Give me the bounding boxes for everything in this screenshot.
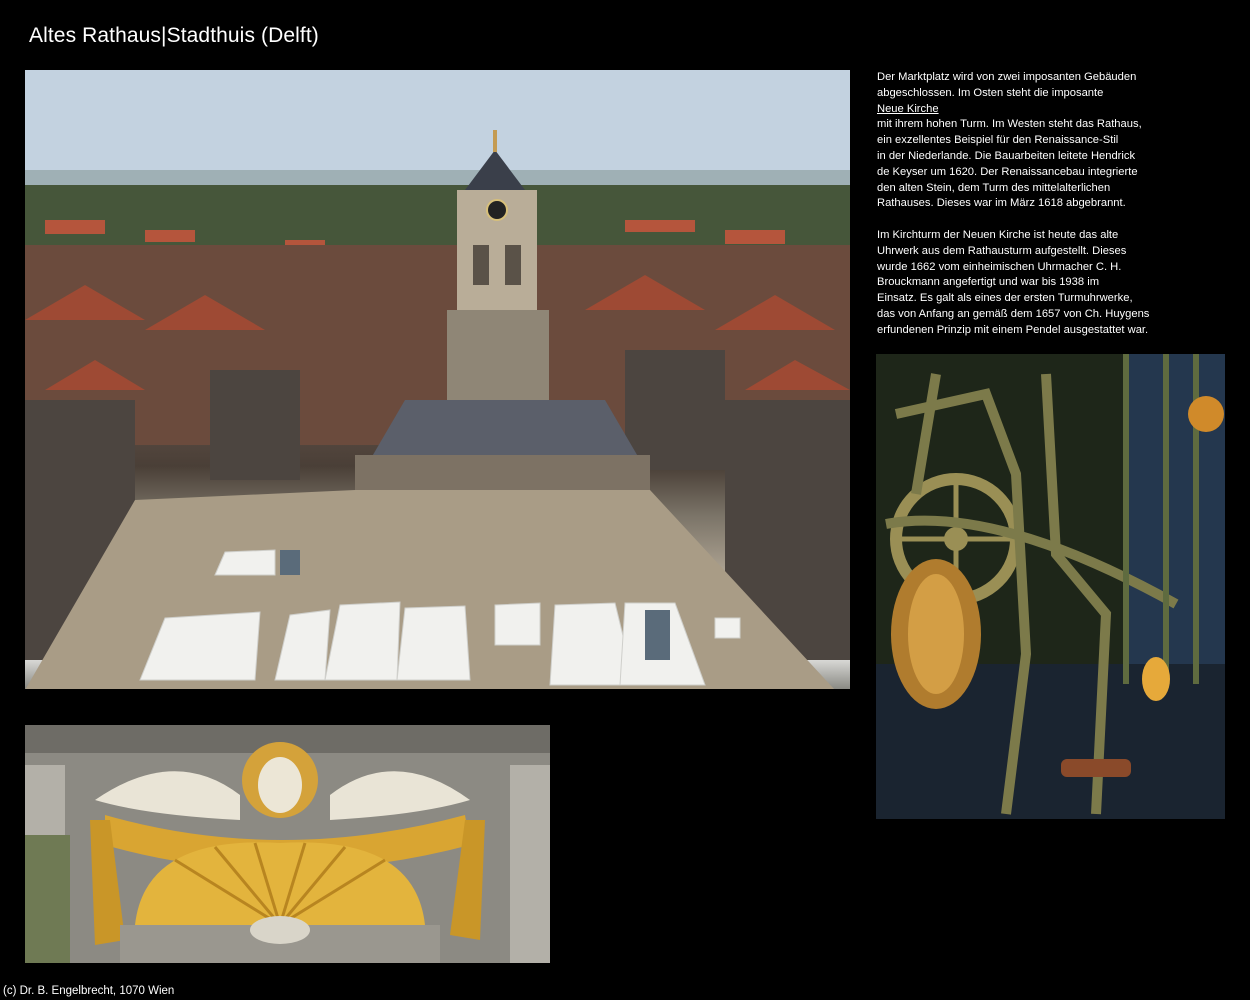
description-text: Der Marktplatz wird von zwei imposanten … bbox=[877, 70, 1217, 354]
text-line: Einsatz. Es galt als eines der ersten Tu… bbox=[877, 292, 1133, 305]
market-square-photo[interactable] bbox=[25, 70, 850, 689]
text-line: wurde 1662 vom einheimischen Uhrmacher C… bbox=[877, 260, 1122, 273]
text-line: Brouckmann angefertigt und war bis 1938 … bbox=[877, 276, 1100, 289]
text-line: de Keyser um 1620. Der Renaissancebau in… bbox=[877, 165, 1138, 178]
text-line: ein exzellentes Beispiel für den Renaiss… bbox=[877, 134, 1119, 147]
text-line: in der Niederlande. Die Bauarbeiten leit… bbox=[877, 149, 1136, 162]
gilded-ornament-photo[interactable] bbox=[25, 725, 550, 963]
text-line: den alten Stein, dem Turm des mittelalte… bbox=[877, 181, 1111, 194]
text-line: erfundenen Prinzip mit einem Pendel ausg… bbox=[877, 323, 1149, 336]
text-line: mit ihrem hohen Turm. Im Westen steht da… bbox=[877, 118, 1142, 131]
description-paragraph-1: Der Marktplatz wird von zwei imposanten … bbox=[877, 70, 1217, 212]
description-paragraph-2: Im Kirchturm der Neuen Kirche ist heute … bbox=[877, 228, 1217, 339]
text-line: abgeschlossen. Im Osten steht die imposa… bbox=[877, 86, 1104, 99]
text-line: Der Marktplatz wird von zwei imposanten … bbox=[877, 71, 1137, 83]
text-line: das von Anfang an gemäß dem 1657 von Ch.… bbox=[877, 307, 1150, 320]
clockwork-photo[interactable] bbox=[876, 354, 1225, 819]
text-line: Im Kirchturm der Neuen Kirche ist heute … bbox=[877, 228, 1119, 241]
page: Altes Rathaus|Stadthuis (Delft) Der Mark… bbox=[0, 0, 1250, 1000]
neue-kirche-link[interactable]: Neue Kirche bbox=[877, 102, 1217, 118]
ornament-illustration bbox=[25, 725, 550, 963]
page-title: Altes Rathaus|Stadthuis (Delft) bbox=[29, 24, 319, 47]
text-line: Rathauses. Dieses war im März 1618 abgeb… bbox=[877, 197, 1126, 210]
text-line: Uhrwerk aus dem Rathausturm aufgestellt.… bbox=[877, 244, 1127, 257]
market-square-illustration bbox=[25, 70, 850, 689]
copyright-footer: (c) Dr. B. Engelbrecht, 1070 Wien bbox=[3, 985, 175, 997]
clockwork-illustration bbox=[876, 354, 1225, 819]
